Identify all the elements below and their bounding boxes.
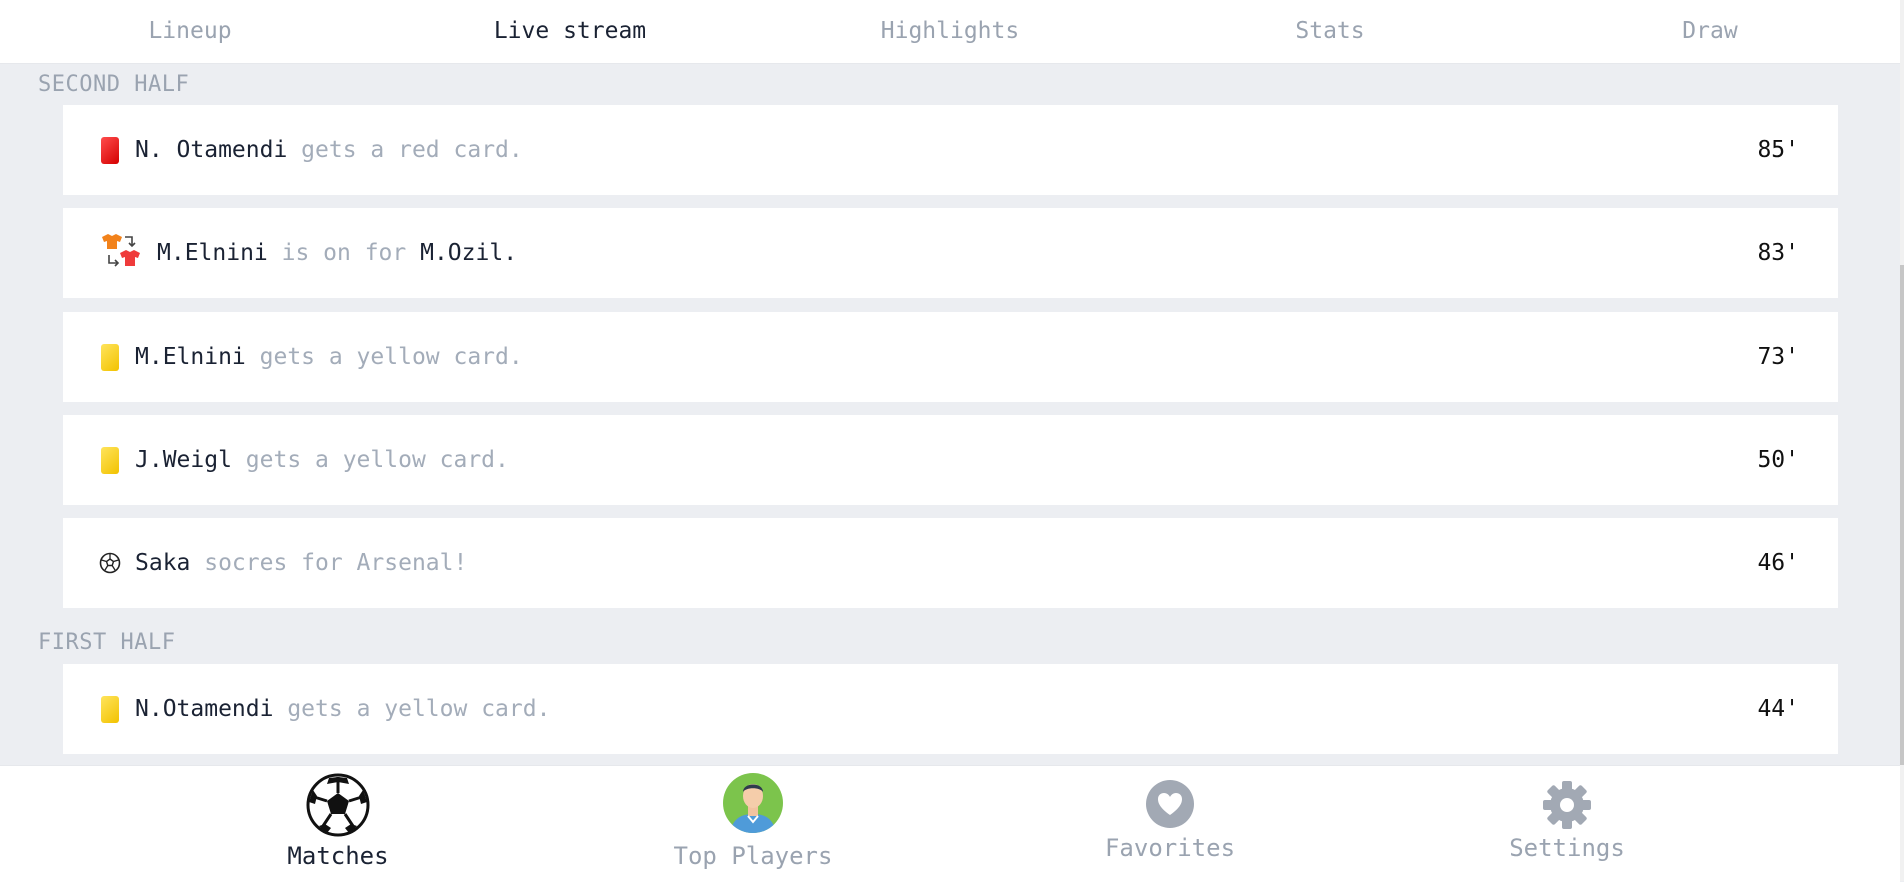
event-player: N. Otamendi: [135, 137, 288, 163]
yellow-card-icon: [99, 342, 121, 372]
event-row: J.Weigl gets a yellow card. 50': [63, 415, 1838, 505]
live-stream-feed: SECOND HALF N. Otamendi gets a red card.…: [0, 64, 1900, 765]
player-avatar-icon: [722, 772, 784, 834]
event-player: M.Elnini: [157, 240, 268, 266]
nav-matches-label: Matches: [287, 842, 389, 870]
substitution-icon: [99, 231, 143, 275]
bottom-navigation: Matches Top Players Favorites Settings: [0, 765, 1900, 882]
tab-live-stream[interactable]: Live stream: [380, 0, 760, 63]
match-tabs: Lineup Live stream Highlights Stats Draw: [0, 0, 1900, 64]
red-card-icon: [99, 135, 121, 165]
nav-settings[interactable]: Settings: [1500, 766, 1634, 882]
yellow-card-icon: [99, 445, 121, 475]
event-player: J.Weigl: [135, 447, 232, 473]
tab-stats[interactable]: Stats: [1140, 0, 1520, 63]
event-row: Saka socres for Arsenal! 46': [63, 518, 1838, 608]
soccer-ball-icon: [305, 772, 371, 838]
event-minute: 73': [1757, 344, 1799, 370]
event-player: Saka: [135, 550, 191, 576]
event-description: socres for Arsenal!: [190, 550, 468, 576]
event-description: gets a yellow card.: [245, 344, 523, 370]
gear-icon: [1541, 779, 1593, 831]
tab-lineup[interactable]: Lineup: [0, 0, 380, 63]
event-description: gets a yellow card.: [273, 696, 551, 722]
event-player: N.Otamendi: [135, 696, 274, 722]
scrollbar-thumb[interactable]: [1900, 265, 1904, 765]
event-minute: 85': [1757, 137, 1799, 163]
yellow-card-icon: [99, 694, 121, 724]
nav-top-players-label: Top Players: [673, 842, 833, 870]
event-row: M.Elnini gets a yellow card. 73': [63, 312, 1838, 402]
event-minute: 46': [1757, 550, 1799, 576]
event-row: N.Otamendi gets a yellow card. 44': [63, 664, 1838, 754]
tab-highlights[interactable]: Highlights: [760, 0, 1140, 63]
heart-icon: [1146, 780, 1194, 828]
event-player: M.Elnini: [135, 344, 246, 370]
event-player-out: M.Ozil.: [420, 240, 518, 266]
event-description: gets a yellow card.: [231, 447, 509, 473]
event-row: N. Otamendi gets a red card. 85': [63, 105, 1838, 195]
nav-matches[interactable]: Matches: [278, 766, 398, 882]
event-description: gets a red card.: [287, 137, 523, 163]
nav-favorites-label: Favorites: [1104, 834, 1236, 862]
event-minute: 44': [1757, 696, 1799, 722]
nav-settings-label: Settings: [1509, 834, 1625, 862]
scrollbar[interactable]: [1900, 0, 1904, 881]
section-title-first-half: FIRST HALF: [38, 630, 176, 655]
event-row: M.Elnini is on for M.Ozil. 83': [63, 208, 1838, 298]
event-minute: 50': [1757, 447, 1799, 473]
nav-top-players[interactable]: Top Players: [672, 766, 834, 882]
event-minute: 83': [1757, 240, 1799, 266]
soccer-ball-icon: [99, 548, 121, 578]
event-description: is on for: [267, 240, 421, 266]
nav-favorites[interactable]: Favorites: [1100, 766, 1240, 882]
tab-draw[interactable]: Draw: [1520, 0, 1900, 63]
section-title-second-half: SECOND HALF: [38, 72, 190, 97]
